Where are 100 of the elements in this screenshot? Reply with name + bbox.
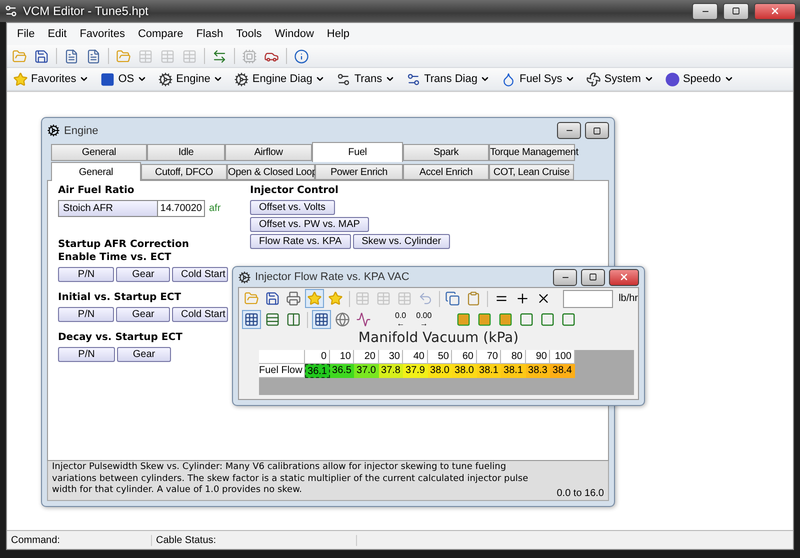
tab[interactable]: General [51,144,147,161]
section-heading: Decay vs. Startup ECT [58,332,184,345]
section-heading: Initial vs. Startup ECT [58,292,182,305]
tab[interactable]: Power Enrich [315,164,403,180]
menu-item[interactable]: Help [322,28,359,40]
module-button[interactable]: Engine Diag [231,72,330,86]
section-heading: Injector Control [250,185,340,198]
decimal-button[interactable]: 0.0 ← [391,312,410,328]
column-header: 80 [501,350,526,364]
tab[interactable]: Airflow [225,144,312,161]
close-button[interactable] [609,268,639,286]
range-text: 0.0 to 16.0 [556,488,604,499]
close-icon [770,6,780,16]
logo-icon [100,72,116,86]
table-cell[interactable]: 37.9 [403,364,428,378]
table-cell[interactable]: 36.5 [330,364,354,378]
scatter-icon [356,312,371,327]
table-cell[interactable]: 36.1 [305,364,330,378]
tab[interactable]: COT, Lean Cruise [489,164,574,180]
tab[interactable]: Cutoff, DFCO [141,164,227,180]
status-text: Command: [7,534,152,546]
table-button[interactable]: Cold Start [172,267,228,282]
description-text: Injector Pulsewidth Skew vs. Cylinder: Many V6 calibrations allow for injector skewing to tune fueling variations between cylinders. The skew factor is a static multiplier of the current calculated injector pulse width for that cylinder. A value of 1.0 provides no skew. [52,462,530,496]
column-header: 40 [403,350,428,364]
grid-icon [314,312,329,327]
maximize-button[interactable] [585,122,609,139]
droplet-icon [501,72,516,86]
module-button[interactable]: OS [97,72,152,86]
star-icon [307,291,322,306]
maximize-button[interactable] [581,268,605,286]
table-button[interactable]: Gear [116,307,170,322]
column-header: 30 [378,350,403,364]
save-icon [265,291,280,306]
caret-icon [644,74,654,84]
column-header: 20 [354,350,378,364]
menu-item[interactable]: Flash [192,28,232,40]
caret-icon [137,74,148,84]
tab[interactable]: General [51,162,141,181]
table-button[interactable]: P/N [58,307,114,322]
table-button[interactable]: Cold Start [172,307,228,322]
save-icon [34,48,49,64]
minimize-button[interactable] [553,268,577,286]
menu-item[interactable]: File [13,28,44,40]
folder-icon [116,48,131,64]
columns-icon [286,312,301,327]
table-cell[interactable]: 37.8 [378,364,403,378]
menu-item[interactable]: Tools [232,28,271,40]
chip-icon [242,48,257,64]
toolbar-button[interactable] [312,310,331,329]
module-button[interactable]: Engine [155,72,228,86]
field-label: Stoich AFR [59,201,158,216]
section-heading: Air Fuel Ratio [58,185,136,198]
table-button[interactable]: Offset vs. Volts [250,200,335,215]
module-button[interactable]: Favorites [10,72,94,86]
undo-icon [418,291,434,306]
column-header: 60 [452,350,476,364]
table-cell[interactable]: 38.0 [452,364,476,378]
plus-icon [514,291,530,306]
table-button[interactable]: Flow Rate vs. KPA [250,234,351,249]
module-button[interactable]: Speedo [662,72,739,86]
tab[interactable]: Accel Enrich [403,164,489,180]
tab[interactable]: Idle [147,144,225,161]
table-button[interactable]: Gear [116,267,170,282]
caret-icon [385,74,396,84]
input-field[interactable]: Stoich AFR 14.70020 [58,200,205,217]
table-cell[interactable]: 38.4 [550,364,574,378]
module-button[interactable]: Trans [333,72,400,86]
axis-title: Manifold Vacuum (kPa) [357,330,520,348]
window-title: VCM Editor - Tune5.hpt [23,4,150,18]
frame-icon [540,312,555,327]
menu-item[interactable]: Favorites [76,28,134,40]
window-title: Injector Flow Rate vs. KPA VAC [255,271,410,283]
menu-item[interactable]: Edit [44,28,76,40]
input-field[interactable] [562,290,613,308]
table-button[interactable]: Skew vs. Cylinder [352,234,450,249]
table-cell[interactable]: 38.0 [428,364,452,378]
module-button[interactable]: Fuel Sys [498,72,580,86]
table-button[interactable]: P/N [58,267,114,282]
close-button[interactable] [754,2,796,20]
document-icon [64,48,79,64]
tab[interactable]: Fuel [312,142,403,162]
minimize-button[interactable] [557,122,581,139]
copy-icon [445,291,460,306]
toolbar-button[interactable] [242,310,261,329]
decimal-button[interactable]: 0.00 → [412,312,436,328]
table-button[interactable]: Gear [117,347,171,362]
folder-icon [12,48,27,64]
module-button[interactable]: Trans Diag [403,72,496,86]
table-button[interactable]: P/N [58,347,115,362]
table-cell[interactable]: 38.3 [526,364,550,378]
table-cell[interactable]: 38.1 [476,364,501,378]
menu-item[interactable]: Compare [134,28,192,40]
module-button[interactable]: System [583,72,659,86]
maximize-button[interactable] [723,2,749,20]
tab[interactable]: Spark [403,144,489,161]
table-cell[interactable]: 38.1 [501,364,526,378]
table-button[interactable]: Offset vs. PW vs. MAP [250,217,369,232]
menu-item[interactable]: Window [270,28,323,40]
table-cell[interactable]: 37.0 [354,364,378,378]
minimize-button[interactable] [692,2,718,20]
